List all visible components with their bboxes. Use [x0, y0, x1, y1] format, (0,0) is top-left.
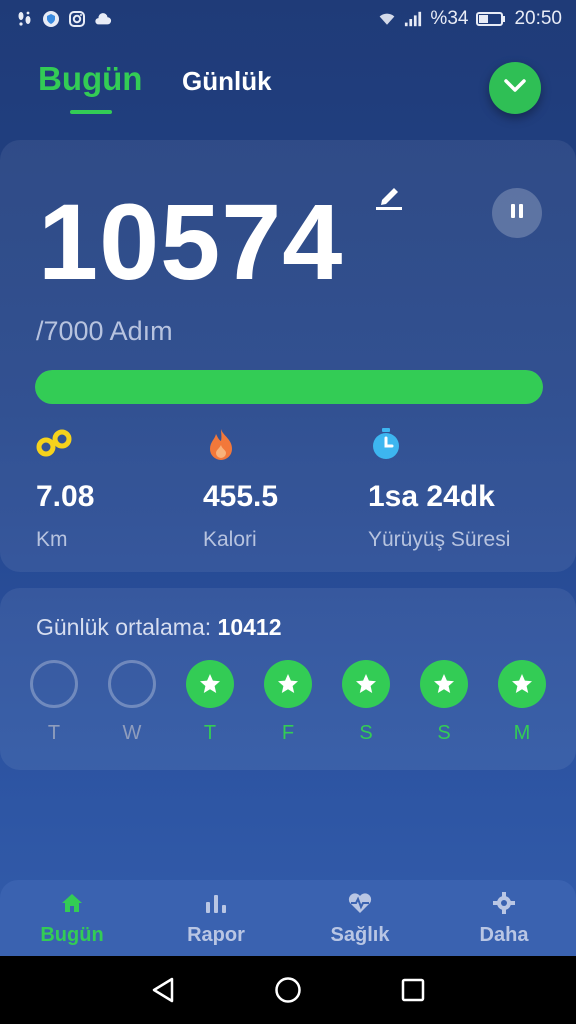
star-icon: [186, 660, 234, 708]
tab-active-indicator: [70, 110, 112, 114]
heart-pulse-icon: [300, 890, 420, 916]
star-icon: [498, 660, 546, 708]
day-label: S: [359, 722, 373, 744]
dropdown-button[interactable]: [489, 62, 541, 114]
nav-item-report[interactable]: Rapor: [156, 890, 276, 947]
pencil-icon[interactable]: [374, 180, 404, 215]
footprint-icon: [16, 10, 34, 28]
stat-label: Kalori: [203, 528, 257, 551]
day-indicator[interactable]: S: [342, 660, 390, 745]
home-circle-icon[interactable]: [268, 970, 308, 1010]
step-goal: /7000 Adım: [36, 316, 173, 346]
flame-icon: [203, 426, 239, 462]
home-icon: [12, 890, 132, 916]
day-label: T: [203, 722, 217, 744]
day-label: F: [281, 722, 295, 744]
cloud-icon: [94, 10, 112, 28]
progress-fill: [35, 370, 543, 404]
day-label: W: [122, 722, 142, 744]
pause-button[interactable]: [492, 188, 542, 238]
day-indicator[interactable]: T: [30, 660, 78, 745]
day-label: M: [513, 722, 531, 744]
day-indicator[interactable]: F: [264, 660, 312, 745]
bottom-navigation: Bugün Rapor Sağlık Daha: [0, 880, 576, 956]
distance-icon: [36, 426, 72, 462]
chevron-down-icon: [504, 78, 526, 98]
progress-bar: [35, 370, 543, 404]
summary-card: 10574 /7000 Adım 7.08 Km 455.5 Kalori 1s…: [0, 140, 576, 572]
stat-value: 455.5: [203, 480, 279, 513]
nav-label: Daha: [479, 924, 529, 946]
stopwatch-icon: [368, 426, 404, 462]
pause-icon: [509, 202, 525, 225]
bar-chart-icon: [156, 890, 276, 916]
daily-average-label: Günlük ortalama:: [36, 614, 212, 640]
wifi-icon: [378, 10, 396, 28]
stat-label: Km: [36, 528, 68, 551]
status-left: [16, 10, 112, 28]
instagram-icon: [68, 10, 86, 28]
stat-label: Yürüyüş Süresi: [368, 528, 511, 551]
status-bar: %34 20:50: [0, 0, 576, 38]
step-count: 10574: [38, 181, 344, 302]
shield-icon: [42, 10, 60, 28]
nav-label: Rapor: [187, 924, 245, 946]
star-icon: [264, 660, 312, 708]
day-indicator[interactable]: W: [108, 660, 156, 745]
battery-icon: [476, 10, 506, 28]
battery-percent: %34: [430, 8, 469, 29]
system-navigation-bar: [0, 956, 576, 1024]
nav-label: Sağlık: [330, 924, 390, 946]
stat-calories: 455.5 Kalori: [203, 426, 278, 552]
star-icon: [342, 660, 390, 708]
day-indicator[interactable]: T: [186, 660, 234, 745]
gear-icon: [444, 890, 564, 916]
tab-today[interactable]: Bugün: [38, 60, 142, 98]
stat-value: 1sa 24dk: [368, 480, 495, 513]
daily-average: Günlük ortalama: 10412: [36, 614, 282, 641]
recents-icon[interactable]: [393, 970, 433, 1010]
back-icon[interactable]: [143, 970, 183, 1010]
empty-circle-icon: [30, 660, 78, 708]
status-right: %34 20:50: [378, 8, 562, 30]
star-icon: [420, 660, 468, 708]
weekly-card: Günlük ortalama: 10412 T W T F S S M: [0, 588, 576, 770]
header: Bugün Günlük: [0, 56, 576, 116]
nav-item-today[interactable]: Bugün: [12, 890, 132, 947]
nav-item-health[interactable]: Sağlık: [300, 890, 420, 947]
signal-icon: [404, 10, 422, 28]
day-indicator[interactable]: M: [498, 660, 546, 745]
day-indicator[interactable]: S: [420, 660, 468, 745]
stat-value: 7.08: [36, 480, 95, 513]
day-label: T: [47, 722, 61, 744]
nav-label: Bugün: [40, 924, 104, 946]
nav-item-more[interactable]: Daha: [444, 890, 564, 947]
tab-daily[interactable]: Günlük: [182, 66, 272, 97]
daily-average-value: 10412: [217, 614, 282, 640]
empty-circle-icon: [108, 660, 156, 708]
stat-distance: 7.08 Km: [36, 426, 94, 552]
clock: 20:50: [514, 8, 562, 29]
stat-walking-time: 1sa 24dk Yürüyüş Süresi: [368, 426, 510, 552]
day-label: S: [437, 722, 451, 744]
